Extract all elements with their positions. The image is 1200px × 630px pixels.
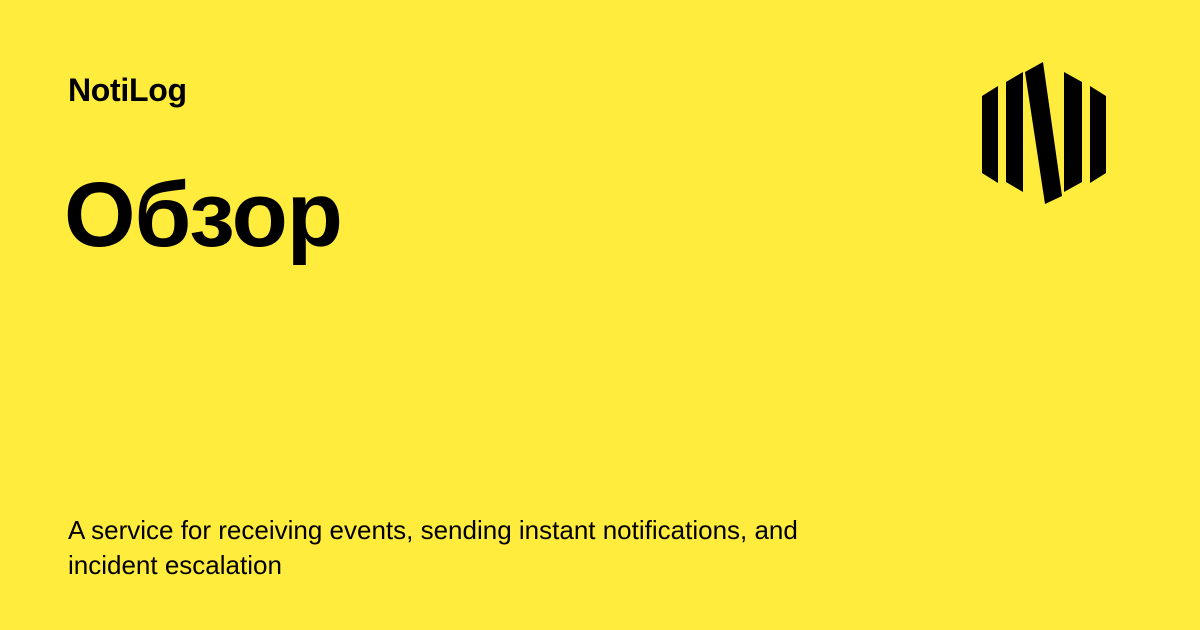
- page-title: Обзор: [64, 164, 343, 266]
- page-description: A service for receiving events, sending …: [68, 515, 798, 580]
- hexagon-n-logo-icon: [978, 58, 1110, 206]
- brand-name: NotiLog: [68, 72, 187, 108]
- social-preview-card: NotiLog Обзор A service for receiving ev…: [0, 0, 1200, 630]
